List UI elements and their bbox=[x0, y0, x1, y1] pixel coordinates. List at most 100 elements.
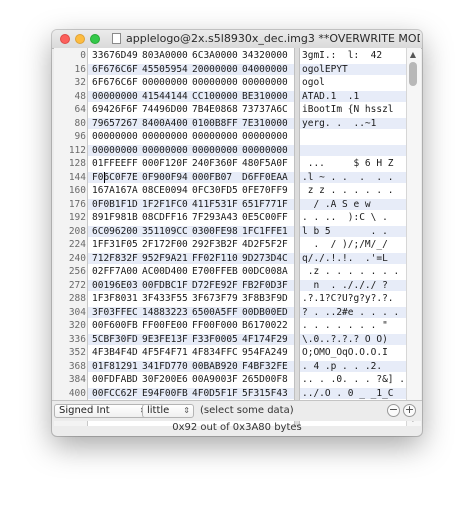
hex-word[interactable]: 00000000 bbox=[192, 131, 238, 142]
ascii-text[interactable]: .l ~ . . . . . bbox=[302, 172, 394, 183]
hex-word[interactable]: B6170022 bbox=[242, 320, 288, 331]
ascii-text[interactable]: ogol bbox=[302, 77, 325, 88]
hex-word[interactable]: 00000000 bbox=[142, 131, 188, 142]
ascii-text[interactable]: . 4 .p . . .2. bbox=[302, 361, 382, 372]
hex-word[interactable]: 00000000 bbox=[92, 145, 138, 156]
hex-word[interactable]: 20000000 bbox=[192, 64, 238, 75]
hex-word[interactable]: 712F832F bbox=[92, 253, 138, 264]
hex-word[interactable]: 00A9003F bbox=[192, 374, 238, 385]
hex-word[interactable]: 30F200E6 bbox=[142, 374, 188, 385]
hex-word[interactable]: 69426F6F bbox=[92, 104, 138, 115]
hex-row[interactable]: 160 167A167A 08CE0094 0FC30FD5 0FE70FF9 z z … bbox=[54, 185, 406, 196]
ascii-text[interactable]: iBootIm {N hsszl bbox=[302, 104, 394, 115]
hex-word[interactable]: 6F676C6F bbox=[92, 64, 138, 75]
ascii-text[interactable]: ../.O . 0 _ _1_C bbox=[302, 388, 394, 399]
ascii-text[interactable]: .z . . . . . . . bbox=[302, 266, 400, 277]
hex-word[interactable]: 01F81291 bbox=[92, 361, 138, 372]
hex-row[interactable]: 256 02FF7A00 AC00D400 E700FFEB 00DC008A .z .… bbox=[54, 266, 406, 277]
hex-word[interactable]: 1FC1FFE1 bbox=[242, 226, 288, 237]
hex-word[interactable]: F06C0F7E bbox=[92, 172, 138, 183]
hex-word[interactable]: 0300FE98 bbox=[192, 226, 238, 237]
hex-word[interactable]: 00000000 bbox=[92, 131, 138, 142]
hex-word[interactable]: FB2F0D3F bbox=[242, 280, 288, 291]
hex-word[interactable]: 167A167A bbox=[92, 185, 138, 196]
hex-row[interactable]: 80 79657267 8400A400 0100B8FF 7E310000 yerg. … bbox=[54, 117, 406, 129]
hex-word[interactable]: 6F676C6F bbox=[92, 77, 138, 88]
hex-word[interactable]: 4F0D5F1F bbox=[192, 388, 238, 399]
hex-word[interactable]: 9D273D4C bbox=[242, 253, 288, 264]
ascii-text[interactable]: q/./.!.!. .'=L bbox=[302, 253, 388, 264]
hex-word[interactable]: 79657267 bbox=[92, 118, 138, 129]
hex-word[interactable]: 4F174F29 bbox=[242, 334, 288, 345]
hex-word[interactable]: D6FF0EAA bbox=[242, 172, 288, 183]
hex-view[interactable]: 0 33676D49 803A0000 6C3A0000 34320000 3gmI.: … bbox=[54, 48, 406, 426]
hex-row[interactable]: 384 00FDFABD 30F200E6 00A9003F 265D00F8 .. . … bbox=[54, 374, 406, 385]
hex-word[interactable]: 00DB00ED bbox=[242, 307, 288, 318]
hex-word[interactable]: 000F120F bbox=[142, 158, 188, 169]
hex-word[interactable]: 1FF31F05 bbox=[92, 239, 138, 250]
hex-word[interactable]: 00BAB920 bbox=[192, 361, 238, 372]
hex-word[interactable]: 00000000 bbox=[242, 145, 288, 156]
hex-word[interactable]: 04000000 bbox=[242, 64, 288, 75]
hex-row[interactable]: 176 0F0B1F1D 1F2F1FC0 411F531F 651F771F / .A… bbox=[54, 198, 406, 210]
hex-word[interactable]: F4BF32FE bbox=[242, 361, 288, 372]
ascii-text[interactable]: ... $ 6 H Z bbox=[302, 158, 394, 169]
data-type-select[interactable]: Signed Int ⇕ bbox=[54, 404, 150, 418]
ascii-text[interactable]: . / )/;/M/_/ bbox=[302, 239, 387, 250]
hex-row[interactable]: 320 00F600FB FF00FE00 FF00F000 B6170022 . . .… bbox=[54, 320, 406, 331]
hex-word[interactable]: 00FDFABD bbox=[92, 374, 138, 385]
remove-inspector-button[interactable]: − bbox=[387, 404, 400, 417]
hex-word[interactable]: 891F981B bbox=[92, 212, 138, 223]
hex-word[interactable]: 3F673F79 bbox=[192, 293, 238, 304]
hex-word[interactable]: 0100B8FF bbox=[192, 118, 238, 129]
hex-word[interactable]: 5CBF30FD bbox=[92, 334, 138, 345]
ascii-text[interactable]: z z . . . . . . bbox=[302, 185, 394, 196]
hex-row[interactable]: 112 00000000 00000000 00000000 00000000 bbox=[54, 144, 406, 156]
ascii-text[interactable]: . . .. ):C \ . bbox=[302, 212, 388, 223]
hex-word[interactable]: 000FB07 bbox=[192, 172, 232, 183]
hex-row[interactable]: 48 00000000 41544144 CC100000 BE310000 ATAD.1… bbox=[54, 90, 406, 102]
hex-word[interactable]: 00000000 bbox=[142, 77, 188, 88]
hex-word[interactable]: FF00F000 bbox=[192, 320, 238, 331]
hex-word[interactable]: 5F315F43 bbox=[242, 388, 288, 399]
hex-word[interactable]: 7B4E0868 bbox=[192, 104, 238, 115]
ascii-text[interactable]: / .A S e w bbox=[302, 199, 370, 210]
hex-word[interactable]: 74496D00 bbox=[142, 104, 188, 115]
hex-word[interactable]: 00000000 bbox=[92, 91, 138, 102]
zoom-window-button[interactable] bbox=[90, 34, 100, 44]
hex-word[interactable]: 00000000 bbox=[192, 77, 238, 88]
hex-word[interactable]: FF00FE00 bbox=[142, 320, 188, 331]
hex-word[interactable]: 00000000 bbox=[192, 145, 238, 156]
scroll-thumb[interactable] bbox=[409, 62, 417, 86]
hex-word[interactable]: 4F5F4F71 bbox=[142, 347, 188, 358]
hex-word[interactable]: 651F771F bbox=[242, 199, 288, 210]
hex-word[interactable]: 351109CC bbox=[142, 226, 188, 237]
ascii-text[interactable]: ATAD.1 .1 bbox=[302, 91, 359, 102]
hex-word[interactable]: 8400A400 bbox=[142, 118, 188, 129]
hex-word[interactable]: 4F834FFC bbox=[192, 347, 238, 358]
hex-word[interactable]: 480F5A0F bbox=[242, 158, 288, 169]
hex-word[interactable]: 952F9A21 bbox=[142, 253, 188, 264]
hex-word[interactable]: 34320000 bbox=[242, 50, 288, 61]
hex-word[interactable]: 00000000 bbox=[242, 131, 288, 142]
hex-row[interactable]: 304 3F03FFEC 14883223 6500A5FF 00DB00ED ? . .… bbox=[54, 306, 406, 318]
hex-word[interactable]: 9E3FE13F bbox=[142, 334, 188, 345]
hex-word[interactable]: 0F0B1F1D bbox=[92, 199, 138, 210]
hex-row[interactable]: 368 01F81291 341FD770 00BAB920 F4BF32FE . 4 .… bbox=[54, 360, 406, 372]
hex-row[interactable]: 288 1F3F8031 3F433F55 3F673F79 3F8B3F9D .?.1?… bbox=[54, 293, 406, 304]
hex-row[interactable]: 272 00196E03 00FDBC1F D72FE92F FB2F0D3F n . … bbox=[54, 279, 406, 291]
scroll-up-arrow-icon[interactable]: ▲ bbox=[407, 49, 419, 61]
endianness-select[interactable]: little ⇕ bbox=[142, 404, 194, 418]
add-inspector-button[interactable]: + bbox=[403, 404, 416, 417]
hex-word[interactable]: CC100000 bbox=[192, 91, 238, 102]
hex-row[interactable]: 400 00FCC62F E94F00FB 4F0D5F1F 5F315F43 ../.O… bbox=[54, 387, 406, 399]
hex-row[interactable]: 144 F06C0F7E 0F900F94 000FB07 D6FF0EAA .l ~ .… bbox=[54, 171, 406, 183]
ascii-text[interactable]: O;OMO_OqO.O.O.I bbox=[302, 347, 388, 358]
ascii-text[interactable]: n . ./././ ? bbox=[302, 280, 387, 291]
ascii-text[interactable]: .. . .0. . . ?&] . bbox=[302, 374, 405, 385]
hex-word[interactable]: E94F00FB bbox=[142, 388, 188, 399]
hex-word[interactable]: 0F900F94 bbox=[142, 172, 188, 183]
hex-word[interactable]: 954FA249 bbox=[242, 347, 288, 358]
hex-word[interactable]: 7F293A43 bbox=[192, 212, 238, 223]
hex-word[interactable]: FF02F110 bbox=[192, 253, 238, 264]
